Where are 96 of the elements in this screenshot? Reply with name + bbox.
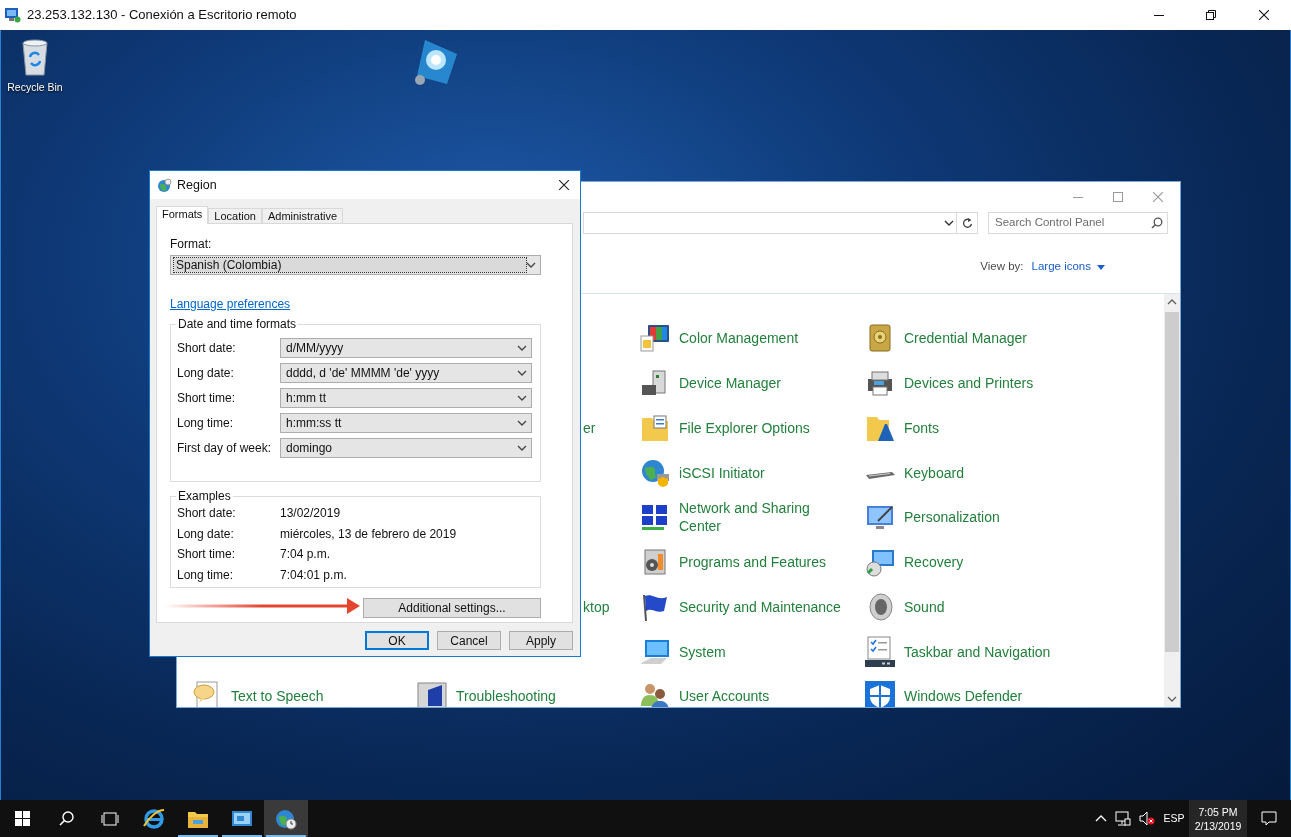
network-icon[interactable] [1115,811,1131,826]
control-panel-item[interactable]: Personalization [904,508,1000,527]
close-icon[interactable] [1259,10,1269,20]
dialog-title: Region [177,176,217,194]
group-title: Examples [176,489,233,503]
control-panel-item[interactable]: ktop [583,597,610,616]
field-label: Short time: [177,390,237,407]
format-dropdown[interactable]: Spanish (Colombia) [170,255,541,275]
dialog-button[interactable]: OK [365,631,429,650]
example-label: Long time: [177,566,235,584]
format-dropdown[interactable]: d/MM/yyyy [280,338,532,358]
control-panel-item[interactable]: Color Management [679,329,799,348]
volume-muted-icon[interactable] [1139,811,1155,826]
control-panel-item[interactable]: System [679,642,726,661]
recycle-bin-icon[interactable] [19,37,51,77]
tab[interactable]: Formats [156,206,209,224]
search-icon[interactable] [1151,217,1163,229]
windows-logo-icon[interactable] [14,811,30,826]
control-panel-item[interactable]: Device Manager [679,374,781,393]
example-value: 7:04:01 p.m. [280,566,347,584]
remote-desktop-icon[interactable] [231,808,253,829]
format-dropdown[interactable]: dddd, d 'de' MMMM 'de' yyyy [280,363,532,383]
example-label: Short time: [177,546,237,564]
group-title: Date and time formats [176,317,299,331]
dialog-button[interactable]: Cancel [437,631,501,650]
close-icon[interactable] [559,180,569,190]
field-label: Short date: [177,340,237,357]
taskbar-app-button[interactable] [264,800,308,837]
chevron-up-icon[interactable] [1095,814,1107,823]
tab[interactable]: Location [208,208,262,223]
chevron-down-icon [517,345,527,351]
example-value: 13/02/2019 [280,505,341,523]
shield-icon[interactable] [864,680,896,707]
view-by-label: View by: [980,259,1024,275]
clock[interactable]: 7:05 PM 2/13/2019 [1189,800,1247,837]
control-panel-item[interactable]: Credential Manager [904,329,1027,348]
example-label: Short date: [177,505,237,523]
control-panel-item[interactable]: Network and Sharing Center [679,499,847,536]
control-panel-item[interactable]: Fonts [904,418,939,437]
format-dropdown[interactable]: domingo [280,438,532,458]
task-view-icon[interactable] [101,811,119,826]
additional-settings-button[interactable]: Additional settings... [363,598,541,618]
control-panel-item[interactable]: Keyboard [904,463,964,482]
scroll-thumb[interactable] [1165,312,1179,652]
field-label: First day of week: [177,440,273,457]
control-panel-item[interactable]: iSCSI Initiator [679,463,765,482]
view-by-dropdown[interactable]: Large icons [1031,258,1105,276]
search-icon[interactable] [58,811,74,826]
control-panel-item[interactable]: Troubleshooting [456,687,556,706]
notifications-icon[interactable] [1261,811,1277,826]
globe-icon[interactable] [275,807,297,830]
dialog-button[interactable]: Apply [509,631,573,650]
control-panel-item[interactable]: Text to Speech [231,687,324,706]
address-field[interactable] [583,212,957,234]
control-panel-item[interactable]: Windows Defender [904,687,1023,706]
control-panel-item[interactable]: Sound [904,597,945,616]
control-panel-item[interactable]: User Accounts [679,687,770,706]
control-panel-item[interactable]: Programs and Features [679,553,827,572]
example-label: Long date: [177,525,235,543]
control-panel-item[interactable]: Taskbar and Navigation [904,642,1051,661]
control-panel-item[interactable]: Security and Maintenance [679,597,841,616]
chevron-down-icon[interactable] [944,219,954,227]
language-preferences-link[interactable]: Language preferences [170,297,291,311]
scrollbar[interactable] [1164,294,1180,707]
chevron-down-icon [517,445,527,451]
chevron-down-icon [526,262,536,268]
input-language[interactable]: ESP [1159,810,1189,827]
chevron-down-icon [517,370,527,376]
refresh-icon[interactable] [961,217,973,229]
remote-desktop-icon [4,7,21,23]
globe-icon [157,177,172,193]
field-label: Long time: [177,415,235,432]
desktop-icon-label: Recycle Bin [7,80,63,95]
control-panel-item[interactable]: Devices and Printers [904,374,1034,393]
example-value: miércoles, 13 de febrero de 2019 [280,525,457,543]
control-panel-item[interactable]: File Explorer Options [679,418,810,437]
example-value: 7:04 p.m. [280,546,331,564]
refresh-button[interactable] [957,212,978,234]
caret-down-icon [1097,264,1105,270]
format-dropdown[interactable]: h:mm:ss tt [280,413,532,433]
control-panel-item[interactable]: er [583,418,596,437]
monitor-icon[interactable] [416,680,448,707]
field-label: Long date: [177,365,235,382]
window-title: 23.253.132.130 - Conexión a Escritorio remoto [27,6,297,25]
field-label: Format: [170,237,213,251]
chevron-down-icon [517,420,527,426]
chevron-down-icon [517,395,527,401]
restore-icon[interactable] [1205,10,1216,20]
control-panel-item[interactable]: Recovery [904,553,964,572]
search-field[interactable]: Search Control Panel [988,212,1168,234]
maximize-icon[interactable] [1113,192,1123,202]
browser-icon[interactable] [143,807,165,830]
format-dropdown[interactable]: h:mm tt [280,388,532,408]
checklist-icon[interactable] [864,635,896,668]
tab[interactable]: Administrative [261,208,343,223]
color-monitor-icon[interactable] [639,322,671,355]
